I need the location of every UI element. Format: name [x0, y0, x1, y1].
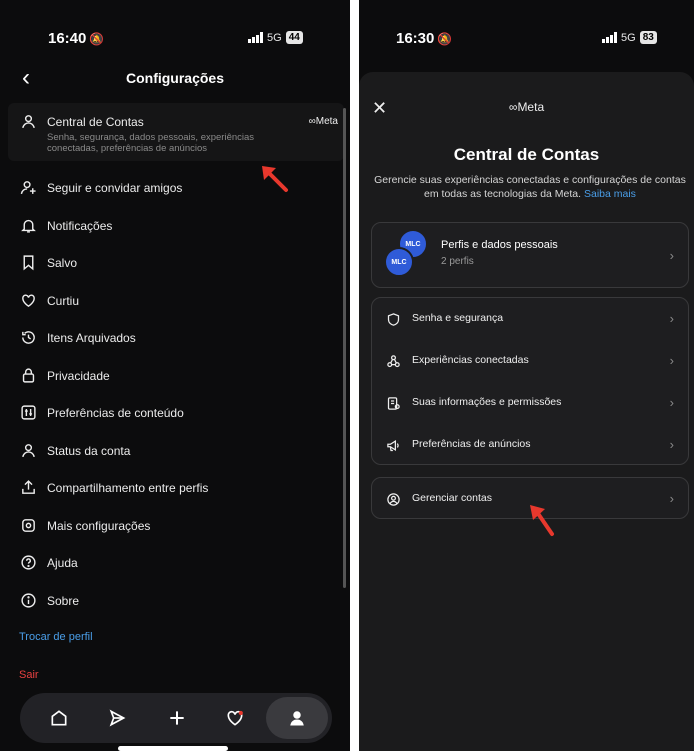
page-title: Central de Contas [453, 145, 600, 164]
gear-icon [19, 516, 37, 534]
add-person-icon [19, 178, 37, 196]
meta-logo: ∞Meta [508, 100, 545, 114]
info-icon [19, 591, 37, 609]
settings-item-label: Suas informações e permissões [412, 396, 562, 408]
signal-icon [248, 32, 263, 43]
logout-link[interactable]: Sair [19, 669, 39, 681]
menu-item-label: Ajuda [47, 556, 78, 570]
bell-icon [19, 216, 37, 234]
menu-item-label: Mais configurações [47, 519, 151, 533]
connected-icon [385, 353, 401, 369]
menu-item-label: Status da conta [47, 444, 131, 458]
shield-icon [385, 311, 401, 327]
settings-item-password[interactable]: Senha e segurança › [372, 298, 688, 340]
lock-icon [19, 366, 37, 384]
plus-icon[interactable] [160, 701, 194, 735]
settings-item-connected[interactable]: Experiências conectadas › [372, 340, 688, 382]
scrollbar[interactable] [343, 108, 346, 588]
heart-icon[interactable] [218, 701, 252, 735]
megaphone-icon [385, 437, 401, 453]
meta-infinity-icon: ∞ [308, 116, 316, 127]
menu-item-label: Privacidade [47, 369, 110, 383]
settings-item-ad-prefs[interactable]: Preferências de anúncios › [372, 424, 688, 466]
chevron-right-icon: › [669, 353, 674, 368]
profile-icon[interactable] [266, 697, 328, 739]
document-icon [385, 395, 401, 411]
page-description: Gerencie suas experiências conectadas e … [371, 173, 689, 201]
menu-item-label: Seguir e convidar amigos [47, 181, 183, 195]
status-time: 16:40 🔕 [48, 30, 105, 47]
account-center-sheet: ✕ ∞Meta Central de Contas Gerencie suas … [359, 72, 694, 751]
bookmark-icon [19, 253, 37, 271]
home-indicator [118, 746, 228, 751]
annotation-arrow [262, 166, 288, 192]
status-bar: 16:30 🔕 5G 83 [359, 0, 694, 70]
settings-item-label: Preferências de anúncios [412, 438, 531, 450]
avatar: MLC [384, 247, 414, 277]
settings-item-info-permissions[interactable]: Suas informações e permissões › [372, 382, 688, 424]
battery-icon: 83 [639, 31, 657, 44]
status-network: 5G 44 [248, 31, 303, 44]
profiles-subtitle: 2 perfis [441, 256, 474, 267]
account-center-subtitle: Senha, segurança, dados pessoais, experi… [47, 132, 255, 154]
menu-item-label: Preferências de conteúdo [47, 406, 184, 420]
send-icon[interactable] [100, 701, 134, 735]
settings-screen: 16:40 🔕 5G 44 ‹ Configurações Central de … [0, 0, 350, 751]
chevron-right-icon: › [669, 395, 674, 410]
chevron-right-icon: › [669, 248, 674, 263]
battery-icon: 44 [285, 31, 303, 44]
menu-item-label: Compartilhamento entre perfis [47, 481, 209, 495]
status-time: 16:30 🔕 [396, 30, 453, 47]
heart-icon [19, 291, 37, 309]
home-icon[interactable] [42, 701, 76, 735]
menu-item-label: Curtiu [47, 294, 80, 308]
menu-item-label: Itens Arquivados [47, 331, 136, 345]
status-network: 5G 83 [602, 31, 657, 44]
share-icon [19, 478, 37, 496]
settings-item-label: Senha e segurança [412, 312, 504, 324]
content-prefs-icon [19, 403, 37, 421]
meta-tag: ∞Meta [308, 116, 338, 127]
person-icon [19, 112, 37, 130]
learn-more-link[interactable]: Saiba mais [584, 188, 636, 200]
help-icon [19, 553, 37, 571]
menu-item-label: Sobre [47, 594, 80, 608]
profiles-card[interactable]: MLC MLC Perfis e dados pessoais 2 perfis… [371, 222, 689, 288]
description-text: Gerencie suas experiências conectadas e … [374, 174, 686, 200]
account-circle-icon [385, 491, 401, 507]
page-title: Configurações [125, 70, 224, 86]
account-center-screen: 16:30 🔕 5G 83 ✕ ∞Meta Central de Contas G… [359, 0, 694, 751]
account-center-label: Central de Contas [47, 115, 144, 129]
chevron-right-icon: › [669, 311, 674, 326]
switch-profile-link[interactable]: Trocar de perfil [19, 631, 93, 643]
chevron-right-icon: › [669, 491, 674, 506]
settings-group: Senha e segurança › Experiências conecta… [371, 297, 689, 465]
bottom-tab-bar [20, 693, 332, 743]
menu-item-label: Salvo [47, 256, 78, 270]
profiles-title: Perfis e dados pessoais [441, 239, 558, 251]
menu-item-label: Notificações [47, 219, 113, 233]
annotation-arrow [530, 505, 554, 536]
chevron-right-icon: › [669, 437, 674, 452]
status-bar: 16:40 🔕 5G 44 [0, 0, 350, 70]
person-icon [19, 441, 37, 459]
header: ‹ Configurações [0, 62, 350, 96]
manage-accounts-label: Gerenciar contas [412, 492, 492, 504]
settings-item-label: Experiências conectadas [412, 354, 529, 366]
signal-icon [602, 32, 617, 43]
archive-clock-icon [19, 328, 37, 346]
